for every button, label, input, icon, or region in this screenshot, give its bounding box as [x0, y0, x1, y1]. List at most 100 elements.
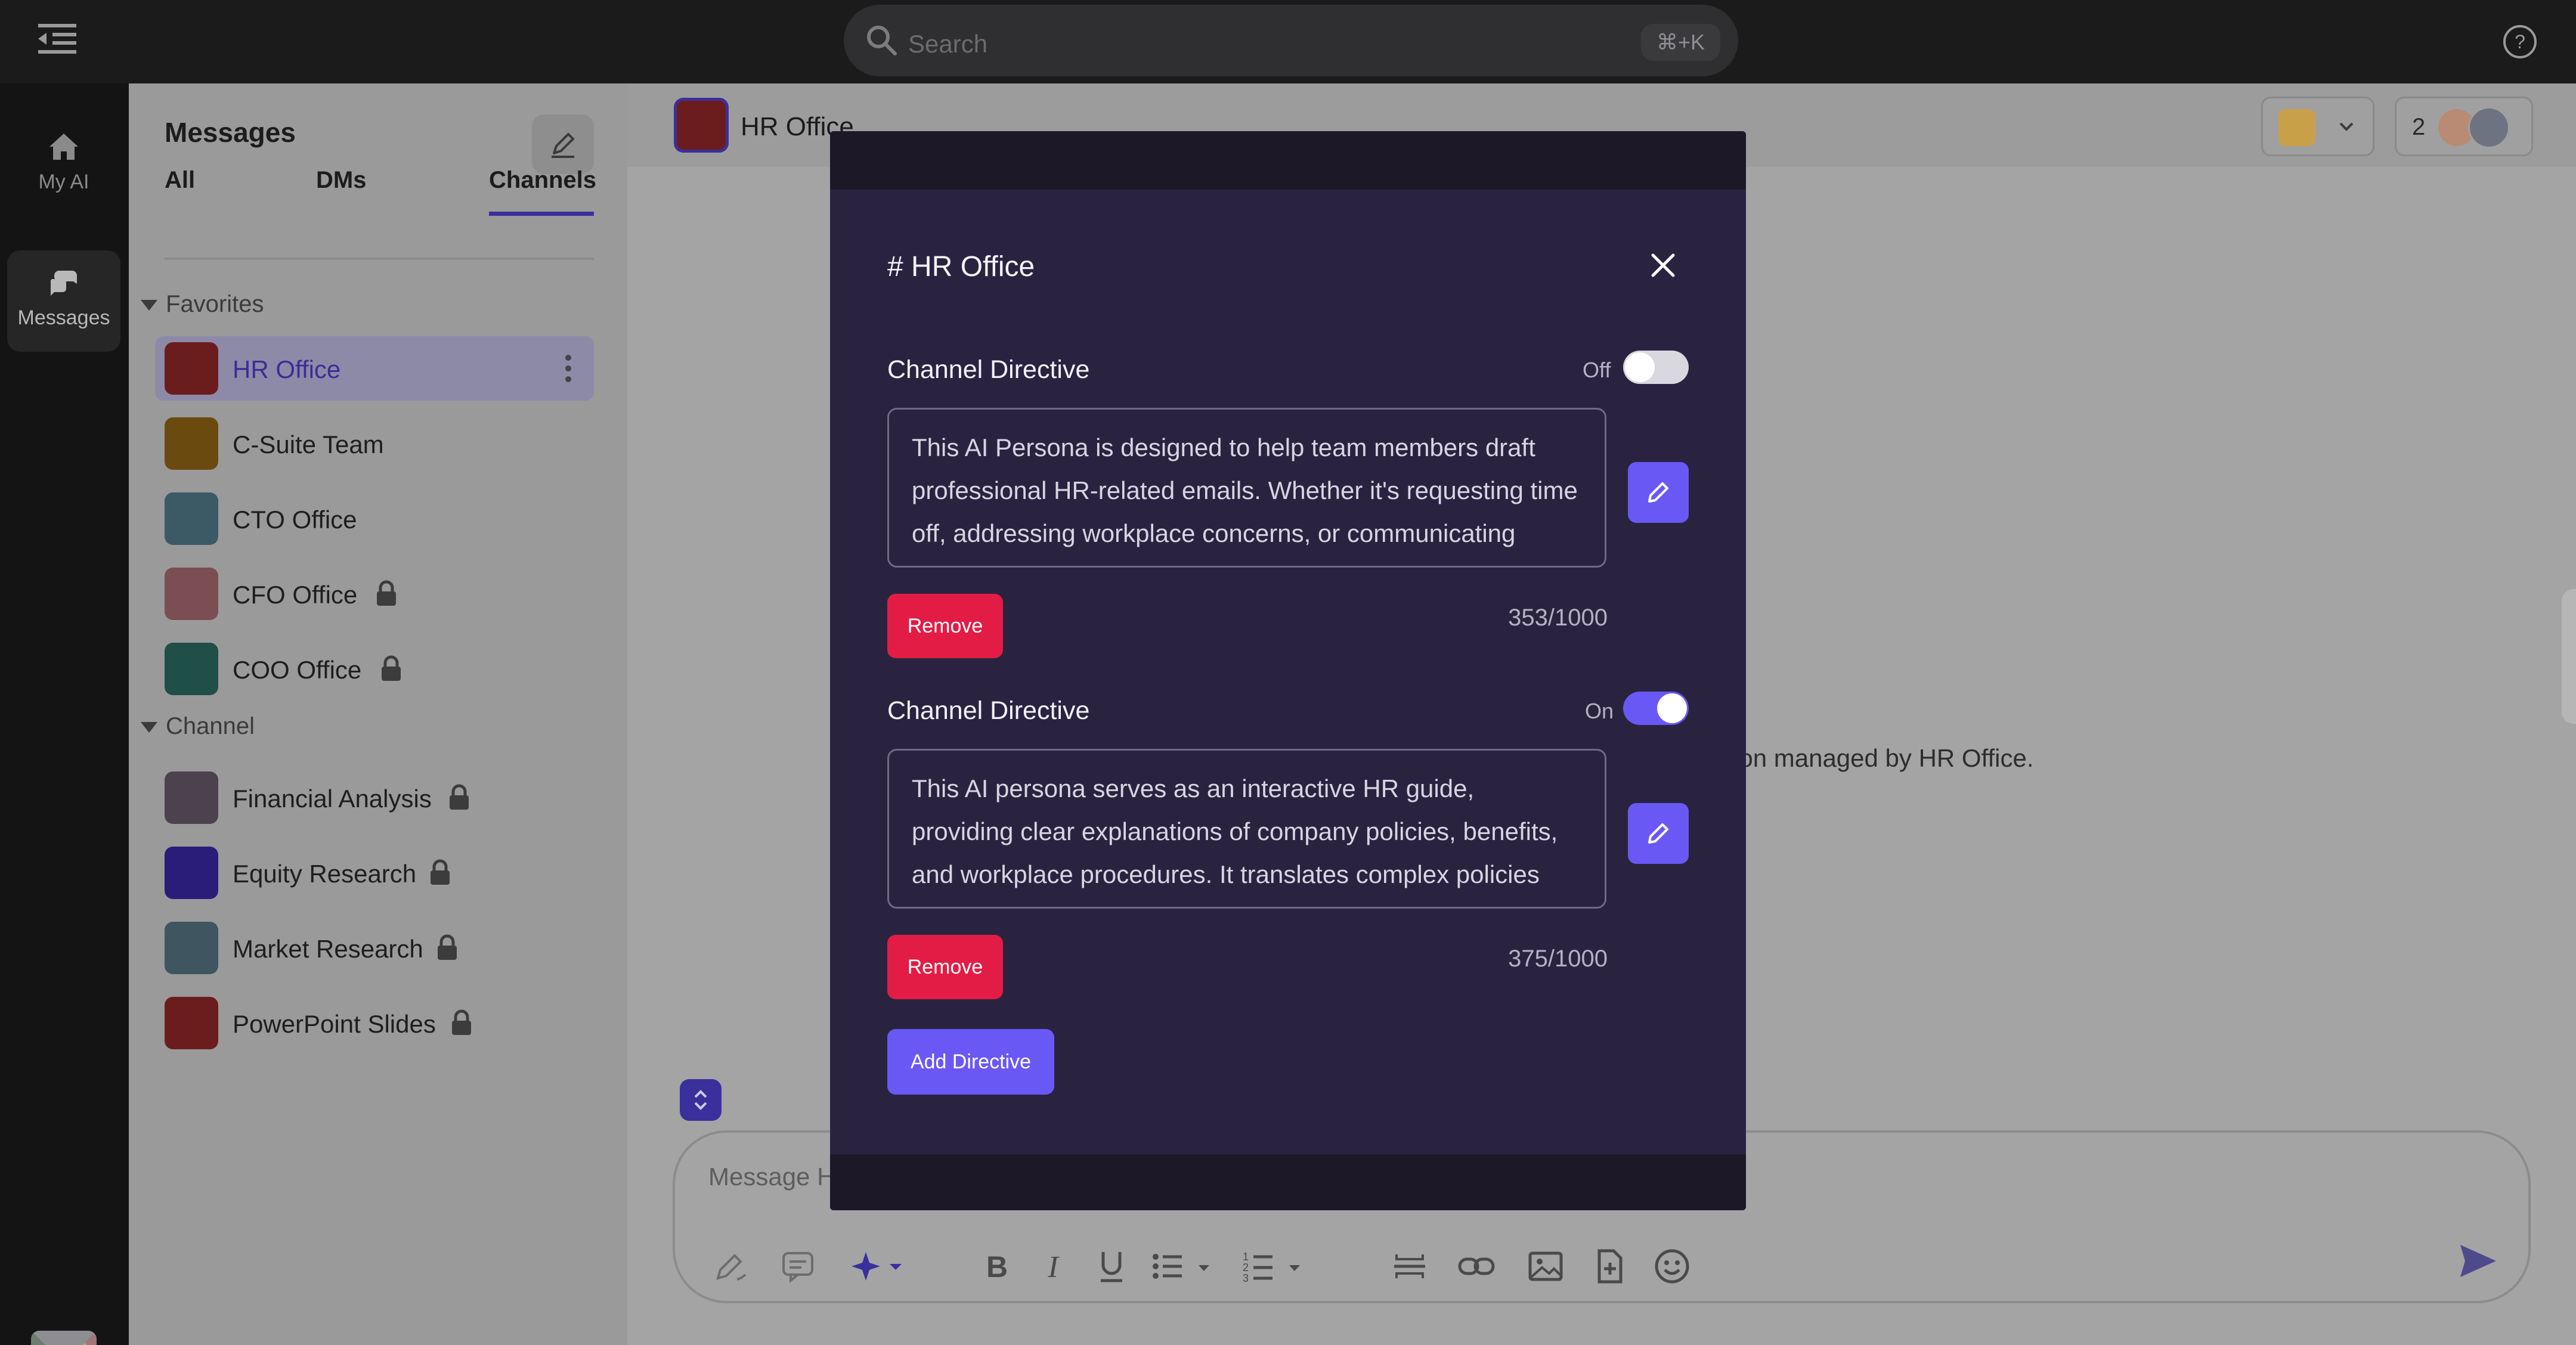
underline-icon[interactable]: [1092, 1247, 1131, 1285]
channel-name: Financial Analysis: [233, 785, 432, 813]
channel-name: CTO Office: [233, 506, 357, 534]
image-icon[interactable]: [1527, 1247, 1565, 1285]
comment-icon[interactable]: [779, 1247, 817, 1285]
svg-text:B: B: [986, 1250, 1008, 1284]
search-bar[interactable]: Search ⌘+K: [844, 5, 1738, 76]
menu-toggle-icon[interactable]: [38, 23, 76, 55]
bold-icon[interactable]: B: [978, 1247, 1016, 1285]
rail-item-my-ai[interactable]: My AI: [7, 114, 120, 216]
messages-title: Messages: [165, 117, 296, 148]
lock-icon: [377, 580, 396, 606]
channel-name: C-Suite Team: [233, 430, 384, 458]
help-icon[interactable]: ?: [2502, 24, 2538, 60]
lock-icon: [431, 859, 450, 885]
file-attach-icon[interactable]: [1591, 1247, 1629, 1285]
channel-section-toggle[interactable]: Channel: [141, 713, 255, 740]
pen-icon[interactable]: [711, 1247, 749, 1285]
channel-name: HR Office: [233, 355, 341, 383]
lock-icon: [450, 784, 469, 810]
persona-selector[interactable]: [2261, 97, 2374, 156]
directive-toggle[interactable]: [1623, 692, 1689, 725]
channel-section-label: Channel: [166, 713, 255, 739]
pencil-icon: [1648, 482, 1668, 503]
emoji-icon[interactable]: [1653, 1247, 1691, 1285]
caret-down-icon: [141, 722, 157, 733]
channel-name: PowerPoint Slides: [233, 1010, 436, 1038]
channel-item-market-research[interactable]: Market Research: [155, 916, 594, 980]
workspace-logo[interactable]: [31, 1331, 97, 1345]
compose-icon: [552, 133, 574, 158]
svg-text:I: I: [1047, 1250, 1060, 1284]
ai-sparkle-icon[interactable]: [848, 1247, 908, 1285]
search-shortcut-badge: ⌘+K: [1640, 24, 1720, 61]
toggle-state-label: Off: [1583, 358, 1611, 382]
rail-item-messages[interactable]: Messages: [7, 250, 120, 352]
expand-toggle-button[interactable]: [680, 1079, 722, 1121]
add-directive-button[interactable]: Add Directive: [887, 1029, 1054, 1095]
expand-collapse-icon: [694, 1090, 707, 1110]
lock-icon: [382, 655, 401, 681]
search-input[interactable]: Search: [908, 30, 987, 58]
channel-name: CFO Office: [233, 581, 358, 609]
more-options-icon[interactable]: [564, 353, 572, 384]
svg-text:?: ?: [2515, 31, 2525, 52]
channel-name: COO Office: [233, 656, 362, 684]
channel-avatar: [165, 922, 218, 974]
close-icon[interactable]: [1649, 252, 1677, 279]
favorites-section-toggle[interactable]: Favorites: [141, 291, 264, 318]
link-icon[interactable]: [1457, 1247, 1496, 1285]
italic-icon[interactable]: I: [1034, 1247, 1072, 1285]
numbered-list-icon[interactable]: 1 2 3: [1240, 1247, 1306, 1285]
lock-icon: [438, 934, 457, 960]
caret-down-icon: [141, 300, 157, 311]
directive-textarea[interactable]: This AI Persona is designed to help team…: [887, 408, 1606, 568]
edit-directive-button[interactable]: [1628, 462, 1689, 523]
directive-text: This AI persona serves as an interactive…: [912, 774, 1558, 907]
modal-bottom-band: [830, 1154, 1746, 1210]
message-input[interactable]: Message H: [708, 1163, 835, 1191]
channel-avatar: [165, 847, 218, 899]
channel-item-equity-research[interactable]: Equity Research: [155, 841, 594, 905]
channel-item-powerpoint-slides[interactable]: PowerPoint Slides: [155, 991, 594, 1055]
modal-title: # HR Office: [887, 251, 1035, 283]
members-button[interactable]: 2: [2395, 97, 2533, 156]
messages-icon: [50, 271, 77, 296]
channel-avatar: [165, 997, 218, 1049]
channel-item-financial-analysis[interactable]: Financial Analysis: [155, 766, 594, 830]
home-icon: [49, 134, 78, 160]
svg-text:3: 3: [1243, 1272, 1249, 1284]
left-rail: My AI Messages: [0, 83, 129, 1345]
side-panel-handle[interactable]: [2562, 589, 2576, 724]
compose-button[interactable]: [532, 114, 594, 174]
tab-channels[interactable]: Channels: [489, 167, 596, 216]
send-icon[interactable]: [2457, 1240, 2498, 1282]
directive-textarea[interactable]: This AI persona serves as an interactive…: [887, 749, 1606, 909]
remove-directive-button[interactable]: Remove: [887, 935, 1003, 999]
channel-avatar: [165, 342, 218, 395]
chevron-down-icon: [2339, 122, 2354, 131]
edit-directive-button[interactable]: [1628, 803, 1689, 864]
channel-header-avatar: [674, 98, 729, 153]
member-count: 2: [2412, 114, 2426, 140]
channel-item-hr-office[interactable]: HR Office: [155, 336, 594, 401]
horizontal-rule-icon[interactable]: [1391, 1247, 1429, 1285]
pencil-icon: [1648, 823, 1668, 844]
channel-name: Market Research: [233, 935, 423, 963]
channel-item-c-suite-team[interactable]: C-Suite Team: [155, 411, 594, 476]
rail-item-label: Messages: [17, 306, 110, 329]
channel-item-cfo-office[interactable]: CFO Office: [155, 562, 594, 626]
channel-item-coo-office[interactable]: COO Office: [155, 637, 594, 701]
toggle-state-label: On: [1585, 699, 1614, 723]
character-counter: 353/1000: [1508, 605, 1608, 631]
bullet-list-icon[interactable]: [1150, 1247, 1215, 1285]
toggle-knob: [1657, 693, 1687, 723]
tab-dms[interactable]: DMs: [316, 167, 366, 194]
tab-all[interactable]: All: [165, 167, 195, 194]
channel-avatar: [165, 643, 218, 695]
svg-text:2: 2: [1243, 1262, 1249, 1273]
directive-toggle[interactable]: [1623, 351, 1689, 384]
remove-directive-button[interactable]: Remove: [887, 594, 1003, 658]
channel-avatar: [165, 771, 218, 824]
channel-avatar: [165, 417, 218, 470]
channel-item-cto-office[interactable]: CTO Office: [155, 486, 594, 551]
